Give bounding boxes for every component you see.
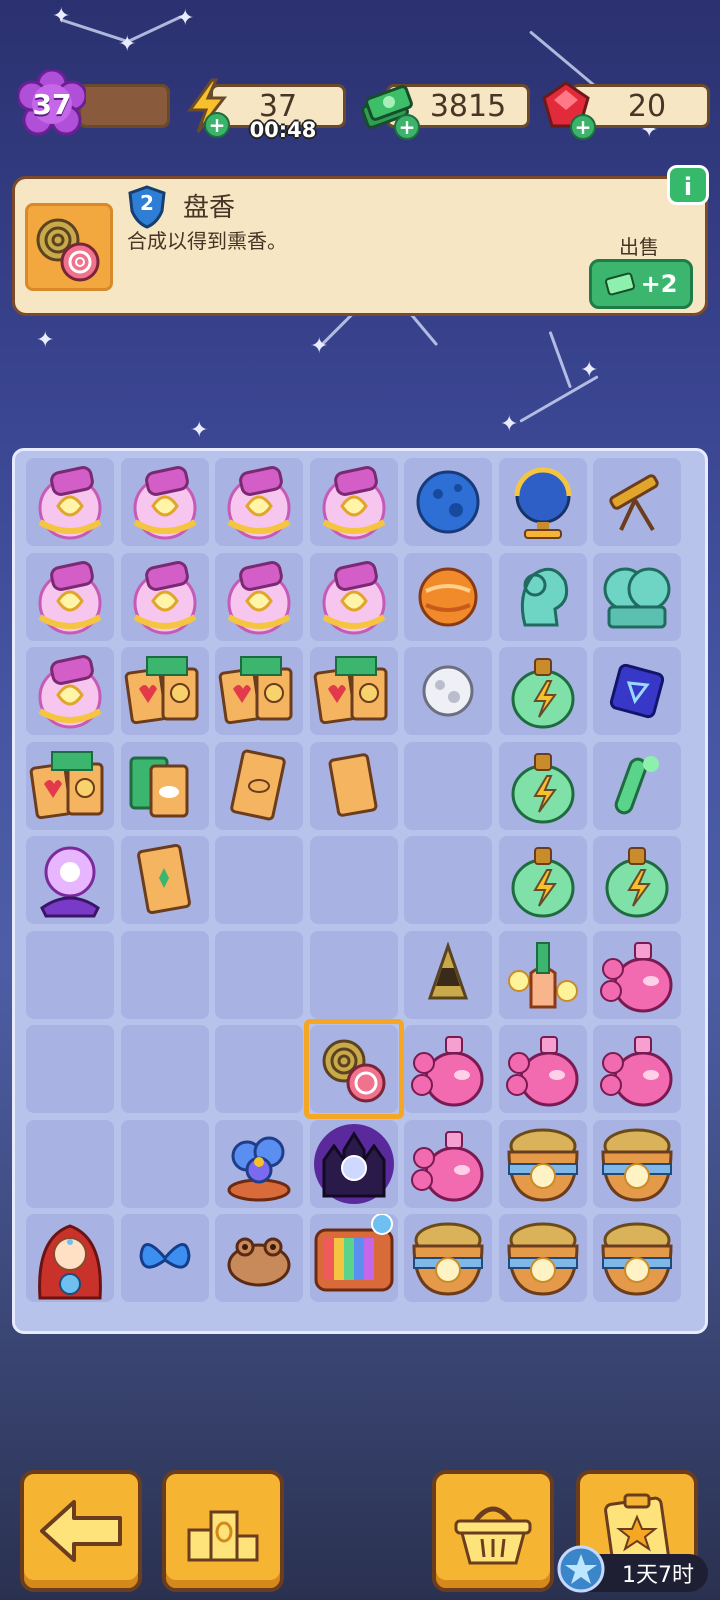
rose-potion-icon[interactable] <box>591 1023 683 1115</box>
event-star-icon <box>556 1544 606 1594</box>
board-cell[interactable] <box>26 1119 114 1208</box>
gold-pot-icon[interactable] <box>497 1212 589 1304</box>
energy-bottle-icon[interactable] <box>497 645 589 737</box>
add-cash-icon[interactable]: + <box>394 114 420 140</box>
board-cell[interactable] <box>309 836 398 924</box>
item-description: 合成以得到熏香。 <box>127 229 287 253</box>
level-progress-bar <box>78 84 170 128</box>
tarot-fan-icon[interactable] <box>308 645 400 737</box>
shield-level-icon: 2 <box>127 185 167 229</box>
board-cell[interactable] <box>26 1025 114 1113</box>
back-button[interactable] <box>20 1470 142 1592</box>
tarot-single-card-icon[interactable] <box>119 834 211 926</box>
add-energy-icon[interactable]: + <box>204 112 230 138</box>
tarot-fan-icon[interactable] <box>213 645 305 737</box>
energy-timer: 00:48 <box>249 118 317 142</box>
cash-value: 3815 <box>429 88 507 124</box>
gemini-bust-icon[interactable] <box>591 551 683 643</box>
potion-tube-icon[interactable] <box>591 740 683 832</box>
gold-pot-icon[interactable] <box>591 1118 683 1210</box>
shop-basket-button[interactable] <box>432 1470 554 1592</box>
energy-bottle-icon[interactable] <box>591 834 683 926</box>
blue-flower-icon[interactable] <box>213 1118 305 1210</box>
tarot-fan-icon[interactable] <box>24 740 116 832</box>
scroll-icon[interactable] <box>308 551 400 643</box>
cash-icon <box>604 272 635 296</box>
tarot-cards-cloud-icon[interactable] <box>119 740 211 832</box>
tarot-fan-icon[interactable] <box>119 645 211 737</box>
board-cell[interactable] <box>26 930 114 1019</box>
rune-stone-icon[interactable] <box>591 645 683 737</box>
sell-label: 出售 <box>619 235 659 259</box>
add-gems-icon[interactable]: + <box>570 114 596 140</box>
scroll-icon[interactable] <box>213 456 305 548</box>
scroll-icon[interactable] <box>119 551 211 643</box>
board-cell[interactable] <box>120 930 209 1019</box>
info-button[interactable]: i <box>667 165 709 205</box>
toad-icon[interactable] <box>213 1212 305 1304</box>
gold-pot-icon[interactable] <box>591 1212 683 1304</box>
rose-potion-icon[interactable] <box>591 929 683 1021</box>
event-timer-text: 1天7时 <box>622 1563 694 1588</box>
sell-value: +2 <box>640 270 678 298</box>
board-cell[interactable] <box>404 741 492 830</box>
tarot-eye-card-icon[interactable] <box>213 740 305 832</box>
rose-potion-icon[interactable] <box>402 1023 494 1115</box>
moon-ball-icon[interactable] <box>402 645 494 737</box>
item-title: 盘香 <box>183 193 236 223</box>
basket-icon <box>454 1506 532 1565</box>
board-cell[interactable] <box>404 836 492 924</box>
gold-pot-icon[interactable] <box>402 1212 494 1304</box>
scroll-icon[interactable] <box>119 456 211 548</box>
podium-icon <box>187 1510 259 1562</box>
scroll-icon[interactable] <box>213 551 305 643</box>
telescope-sextant-icon[interactable] <box>591 456 683 548</box>
board-cell[interactable] <box>309 930 398 1019</box>
leaderboard-button[interactable] <box>162 1470 284 1592</box>
incense-coil-icon <box>36 218 100 282</box>
orange-planet-icon[interactable] <box>402 551 494 643</box>
incense-cone-icon[interactable] <box>402 929 494 1021</box>
haunted-castle-icon[interactable] <box>308 1118 400 1210</box>
rose-potion-icon[interactable] <box>497 1023 589 1115</box>
board-cell[interactable] <box>215 930 303 1019</box>
retro-tv-icon[interactable] <box>308 1212 400 1304</box>
flower-vial-icon[interactable] <box>497 929 589 1021</box>
level-number: 37 <box>32 87 72 121</box>
gold-pot-icon[interactable] <box>497 1118 589 1210</box>
celestial-globe-icon[interactable] <box>497 456 589 548</box>
aries-bust-icon[interactable] <box>497 551 589 643</box>
back-arrow-icon <box>40 1500 122 1562</box>
selection-frame <box>303 1019 404 1119</box>
board-cell[interactable] <box>215 836 303 924</box>
board-cell[interactable] <box>120 1025 209 1113</box>
scroll-icon[interactable] <box>308 456 400 548</box>
item-level: 2 <box>140 191 154 215</box>
scroll-icon[interactable] <box>24 456 116 548</box>
gem-value: 20 <box>627 88 667 124</box>
fortune-teller-icon[interactable] <box>24 1212 116 1304</box>
blue-butterfly-icon[interactable] <box>119 1212 211 1304</box>
crystal-ball-icon[interactable] <box>24 834 116 926</box>
rose-potion-icon[interactable] <box>402 1118 494 1210</box>
tarot-blank-card-icon[interactable] <box>308 740 400 832</box>
sell-button[interactable]: +2 <box>589 259 693 309</box>
blue-planet-icon[interactable] <box>402 456 494 548</box>
energy-bottle-icon[interactable] <box>497 834 589 926</box>
item-info-panel: 2 盘香 合成以得到熏香。 出售 +2 i <box>12 165 709 316</box>
merge-board <box>12 448 708 1334</box>
incense-coil-thumbnail <box>25 203 113 291</box>
scroll-icon[interactable] <box>24 645 116 737</box>
board-cell[interactable] <box>215 1025 303 1113</box>
level-badge[interactable]: 37 <box>16 68 88 138</box>
board-cell[interactable] <box>120 1119 209 1208</box>
scroll-icon[interactable] <box>24 551 116 643</box>
energy-bottle-icon[interactable] <box>497 740 589 832</box>
